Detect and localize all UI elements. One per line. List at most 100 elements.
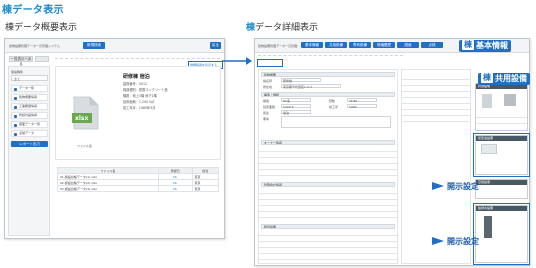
sidebar-item-construction[interactable]: 工事履歴情報 xyxy=(11,103,48,110)
callout-arrow-icon xyxy=(432,182,444,190)
badge-key: 棟 xyxy=(481,73,493,83)
card-header: 空調設備 xyxy=(476,180,527,185)
sidebar-item-building-info[interactable]: 建物概要情報 xyxy=(11,94,48,101)
table-cell: 03-施設台帳データ(3).xlsx xyxy=(57,185,159,192)
structure-field[interactable]: RC造 xyxy=(281,98,311,103)
form-row xyxy=(259,154,397,158)
shared-equipment-badge: 棟共用設備 xyxy=(478,73,530,85)
form-row xyxy=(259,160,397,164)
detail-form: 建物概要 棟名称 研修棟 所在地 東京都千代田区1-2-3 構造・規模 構造 R… xyxy=(258,69,398,264)
usage-field[interactable]: 宿泊 xyxy=(281,110,311,115)
tab-inspection[interactable]: 点検 xyxy=(421,42,443,48)
disclosure-setting-callout: 開示設定 xyxy=(447,182,479,191)
form-row xyxy=(402,118,470,122)
form-row xyxy=(402,76,470,80)
detail-heading-prefix: 棟 xyxy=(246,23,256,33)
form-row xyxy=(259,208,397,212)
page-title: 棟データ表示 xyxy=(2,5,64,16)
section-header: 建物概要 xyxy=(261,72,395,77)
breadcrumb xyxy=(55,58,220,60)
building-detail-row: 構造種別：鉄筋コンクリート造 xyxy=(123,88,168,92)
form-row xyxy=(259,232,397,236)
field-label: 階数 xyxy=(329,99,336,103)
overview-heading: 棟データ概要表示 xyxy=(5,23,78,33)
tab-private[interactable]: 専有設備 xyxy=(349,42,371,48)
notes-field[interactable] xyxy=(281,116,391,128)
building-detail-row: 延床面積：1,200.5㎡ xyxy=(123,100,155,104)
form-row xyxy=(402,94,470,98)
sidebar-item-inspection[interactable]: 点検データ xyxy=(11,130,48,137)
detail-app-title: 建物設備管理データ一元管理システム xyxy=(258,44,298,48)
form-row xyxy=(259,214,397,218)
building-detail-row: 建物番号：0012 xyxy=(123,82,148,86)
detail-heading: 棟データ詳細表示 xyxy=(246,20,318,33)
overview-app-title: 建物設備管理データ一元管理システム xyxy=(9,44,60,48)
tab-basic[interactable]: 基本情報 xyxy=(301,42,323,48)
section-header: オーナー情報 xyxy=(261,140,395,145)
list-icon xyxy=(14,88,17,91)
building-icon xyxy=(14,97,17,100)
table-cell: 東京 xyxy=(191,185,220,192)
table-row[interactable]: 03-施設台帳データ(3).xlsx DL 東京 xyxy=(57,185,220,192)
tab-repair[interactable]: 修繕履歴 xyxy=(373,42,395,48)
form-row xyxy=(476,114,527,118)
sidebar-field-label: 施設種別 xyxy=(11,70,24,74)
form-row xyxy=(402,82,470,86)
form-row xyxy=(259,190,397,194)
form-row xyxy=(259,244,397,248)
tab-drawings[interactable]: 図面 xyxy=(397,42,419,48)
detail-heading-rest: データ詳細表示 xyxy=(255,23,319,33)
download-link[interactable]: DL xyxy=(157,185,193,192)
secondary-button[interactable] xyxy=(35,56,49,62)
building-name-field[interactable]: 研修棟 xyxy=(281,78,321,83)
new-search-button[interactable]: 新規検索 xyxy=(83,42,105,49)
callout-arrow-icon xyxy=(432,237,444,245)
address-field[interactable]: 東京都千代田区1-2-3 xyxy=(281,84,341,89)
field-label: 竣工年 xyxy=(329,105,339,109)
floor-area-field[interactable]: 1200.5 xyxy=(281,104,311,109)
built-year-field[interactable]: 1989 xyxy=(347,104,377,109)
form-row xyxy=(259,238,397,242)
file-caption: ファイル名 xyxy=(77,144,93,148)
building-detail-row: 階数：地上3階 地下1階 xyxy=(123,94,157,98)
form-row xyxy=(259,250,397,254)
calendar-icon xyxy=(14,115,17,118)
field-label: 備考 xyxy=(263,117,270,121)
form-row xyxy=(259,256,397,260)
form-row xyxy=(402,88,470,92)
floors-field[interactable]: 3F/B1 xyxy=(347,98,377,103)
section-header: 構造・規模 xyxy=(261,92,395,97)
equipment-photo xyxy=(504,94,516,106)
facility-type-select[interactable]: 全て xyxy=(11,75,48,81)
check-icon xyxy=(14,133,17,136)
form-row xyxy=(259,196,397,200)
active-tab-highlight xyxy=(257,59,283,67)
tool-icon xyxy=(14,106,17,109)
form-row xyxy=(402,100,470,104)
report-output-button[interactable]: レポート出力 xyxy=(11,141,48,147)
field-label: 所在地 xyxy=(263,85,273,89)
sidebar-item-data-list[interactable]: データ一覧 xyxy=(11,85,48,92)
tab-shared[interactable]: 共用設備 xyxy=(325,42,347,48)
shared-equipment-card: 共用設備 xyxy=(475,83,528,131)
section-header: 管理会社情報 xyxy=(261,182,395,187)
overview-window: 建物設備管理データ一元管理システム 新規検索 戻る 一覧表示へ戻る 詳細情報を表… xyxy=(4,38,225,239)
field-label: 用途 xyxy=(263,111,270,115)
field-label: 棟名称 xyxy=(263,79,273,83)
disclosure-setting-callout: 開示設定 xyxy=(447,237,479,246)
sidebar-item-repair-plan[interactable]: 修繕計画情報 xyxy=(11,112,48,119)
badge-key: 棟 xyxy=(462,40,474,50)
back-button[interactable]: 戻る xyxy=(210,42,221,49)
form-row xyxy=(259,148,397,152)
sidebar: 施設種別 全て データ一覧 建物概要情報 工事履歴情報 修繕計画情報 図面データ… xyxy=(8,66,50,236)
form-row xyxy=(476,120,527,124)
equipment-photo xyxy=(482,94,492,108)
form-row xyxy=(259,172,397,176)
xlsx-file-icon xyxy=(72,96,99,130)
form-row xyxy=(402,112,470,116)
building-name: 研修棟 宿泊 xyxy=(123,74,150,80)
disclosure-highlight xyxy=(473,133,530,177)
form-row xyxy=(402,106,470,110)
sidebar-item-drawings[interactable]: 図面データ一覧 xyxy=(11,121,48,128)
top-link-button[interactable]: 一覧表示へ戻る xyxy=(9,56,33,66)
